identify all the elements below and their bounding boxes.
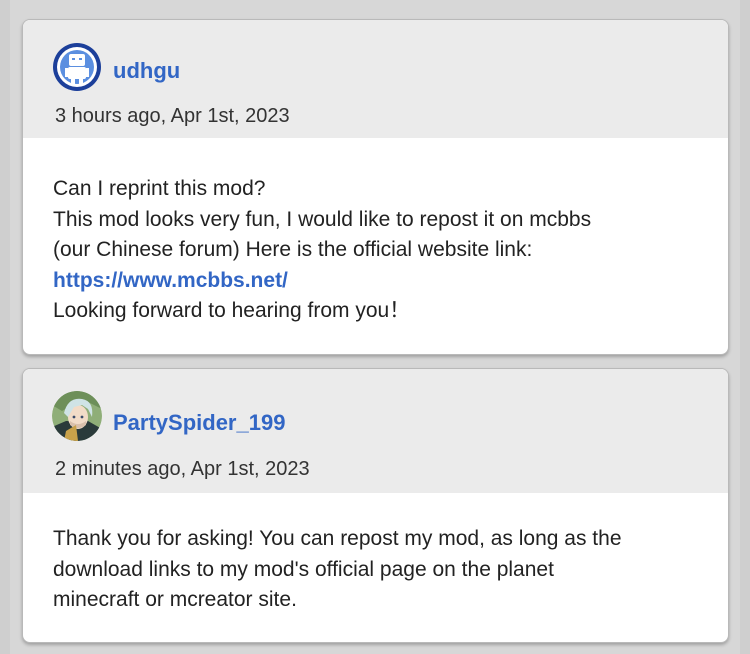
comment-card: udhgu 3 hours ago, Apr 1st, 2023 Can I r… — [22, 19, 729, 355]
comment-line: download links to my mod's official page… — [53, 557, 554, 581]
comment-header: udhgu 3 hours ago, Apr 1st, 2023 — [23, 20, 728, 138]
username-link[interactable]: udhgu — [113, 58, 180, 84]
website-link[interactable]: https://www.mcbbs.net/ — [53, 266, 698, 297]
avatar[interactable] — [52, 42, 102, 92]
comment-timestamp: 3 hours ago, Apr 1st, 2023 — [55, 105, 290, 127]
robot-avatar-icon — [53, 43, 101, 91]
avatar[interactable] — [52, 391, 102, 441]
comment-timestamp: 2 minutes ago, Apr 1st, 2023 — [55, 458, 310, 480]
comment-line: Looking forward to hearing from you！ — [53, 299, 411, 322]
anime-character-avatar-icon — [52, 391, 102, 441]
username-link[interactable]: PartySpider_199 — [113, 410, 285, 436]
comment-line: Thank you for asking! You can repost my … — [53, 527, 622, 550]
comment-body: Can I reprint this mod? This mod looks v… — [23, 138, 728, 327]
comment-line: Can I reprint this mod? — [53, 177, 266, 200]
comment-card: PartySpider_199 2 minutes ago, Apr 1st, … — [22, 368, 729, 643]
comment-body: Thank you for asking! You can repost my … — [23, 493, 728, 616]
comment-line: minecraft or mcreator site. — [53, 588, 297, 611]
comment-header: PartySpider_199 2 minutes ago, Apr 1st, … — [23, 369, 728, 493]
comment-line: (our Chinese forum) Here is the official… — [53, 238, 533, 261]
comment-line: This mod looks very fun, I would like to… — [53, 207, 592, 231]
